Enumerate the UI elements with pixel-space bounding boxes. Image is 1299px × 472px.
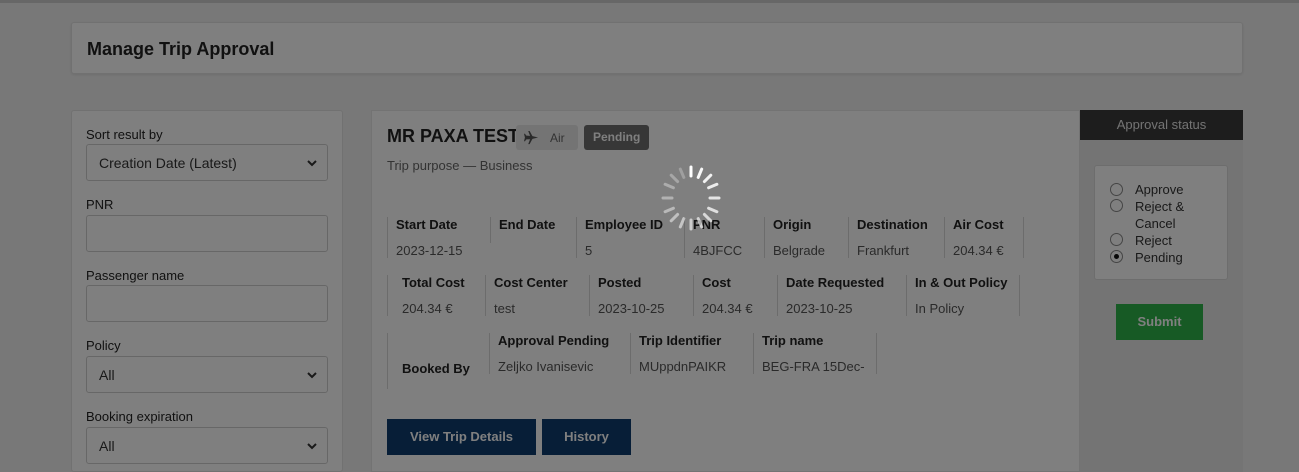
loading-spinner-icon [661, 165, 721, 231]
loading-overlay [0, 0, 1299, 472]
